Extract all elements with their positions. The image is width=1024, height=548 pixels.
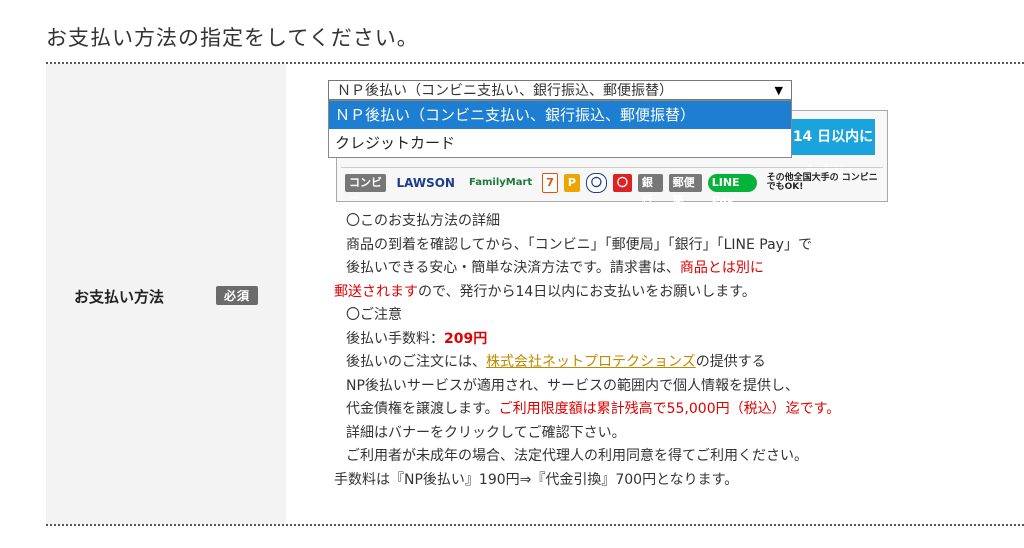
post-office-logo: 郵便局 — [668, 173, 702, 207]
option-np-atobarai[interactable]: ＮＰ後払い（コンビニ支払い、銀行振込、郵便振替） — [329, 101, 791, 129]
bank-logo: 銀行 — [637, 173, 663, 207]
desc-line: NP後払いサービスが適用され、サービスの範囲内で個人情報を提供し、 — [346, 377, 800, 394]
seicomart-logo: P — [563, 173, 580, 192]
convenience-store-logos: コンビニ LAWSON FamilyMart 7 P 〇 〇 銀行 郵便局 LI… — [341, 167, 883, 207]
lawson-logo: LAWSON — [396, 175, 455, 190]
payment-description: 〇このお支払方法の詳細 商品の到着を確認してから、「コンビニ」「郵便局」「銀行」… — [334, 210, 840, 492]
fee-amount: 209円 — [444, 330, 488, 347]
select-value: ＮＰ後払い（コンビニ支払い、銀行振込、郵便振替） — [337, 83, 673, 99]
14-days-badge: 14 日以内に お支払い — [791, 119, 875, 181]
desc-line: 後払いのご注文には、株式会社ネットプロテクションズの提供する — [346, 354, 766, 370]
line-pay-logo: LINE Pay — [707, 173, 757, 207]
desc-line: 郵送されますので、発行から14日以内にお支払いをお願いします。 — [334, 283, 756, 300]
familymart-logo: FamilyMart — [468, 176, 533, 188]
label-cell: お支払い方法 必須 — [46, 64, 286, 524]
convenience-logo: コンビニ — [345, 173, 387, 207]
fee-comparison: 手数料は『NP後払い』190円⇒『代金引換』700円となります。 — [334, 471, 739, 488]
page-title: お支払い方法の指定をしてください。 — [46, 26, 419, 50]
other-stores-note: その他全国大手の コンビニでもOK! — [766, 172, 878, 192]
desc-line: 商品の到着を確認してから、「コンビニ」「郵便局」「銀行」「LINE Pay」で — [346, 236, 812, 253]
fee-line: 後払い手数料：209円 — [346, 330, 488, 347]
separate-invoice-note: 商品とは別に — [679, 260, 764, 276]
limit-note: ご利用限度額は累計残高で55,000円（税込）迄です。 — [498, 401, 841, 417]
option-credit-card[interactable]: クレジットカード — [329, 129, 791, 157]
payment-method-label: お支払い方法 — [74, 288, 165, 306]
detail-heading: 〇このお支払方法の詳細 — [346, 213, 500, 229]
ministop-logo: 〇 — [585, 172, 607, 193]
desc-line: 代金債権を譲渡します。ご利用限度額は累計残高で55,000円（税込）迄です。 — [346, 401, 841, 417]
required-badge: 必須 — [216, 286, 259, 305]
payment-method-select[interactable]: ＮＰ後払い（コンビニ支払い、銀行振込、郵便振替） ▼ — [328, 80, 792, 100]
caution-heading: 〇ご注意 — [346, 307, 402, 323]
mailed-note: 郵送されます — [334, 283, 418, 300]
payment-method-dropdown: ＮＰ後払い（コンビニ支払い、銀行振込、郵便振替） クレジットカード — [328, 100, 792, 158]
daily-yamazaki-logo: 〇 — [612, 173, 632, 192]
seven-eleven-logo: 7 — [542, 172, 558, 193]
net-protections-link[interactable]: 株式会社ネットプロテクションズ — [486, 354, 696, 370]
desc-line: 詳細はバナーをクリックしてご確認下さい。 — [346, 424, 626, 441]
desc-line: ご利用者が未成年の場合、法定代理人の利用同意を得てご利用ください。 — [346, 448, 808, 464]
desc-line: 後払いできる安心・簡単な決済方法です。請求書は、商品とは別に — [346, 260, 764, 276]
chevron-down-icon: ▼ — [774, 84, 783, 97]
